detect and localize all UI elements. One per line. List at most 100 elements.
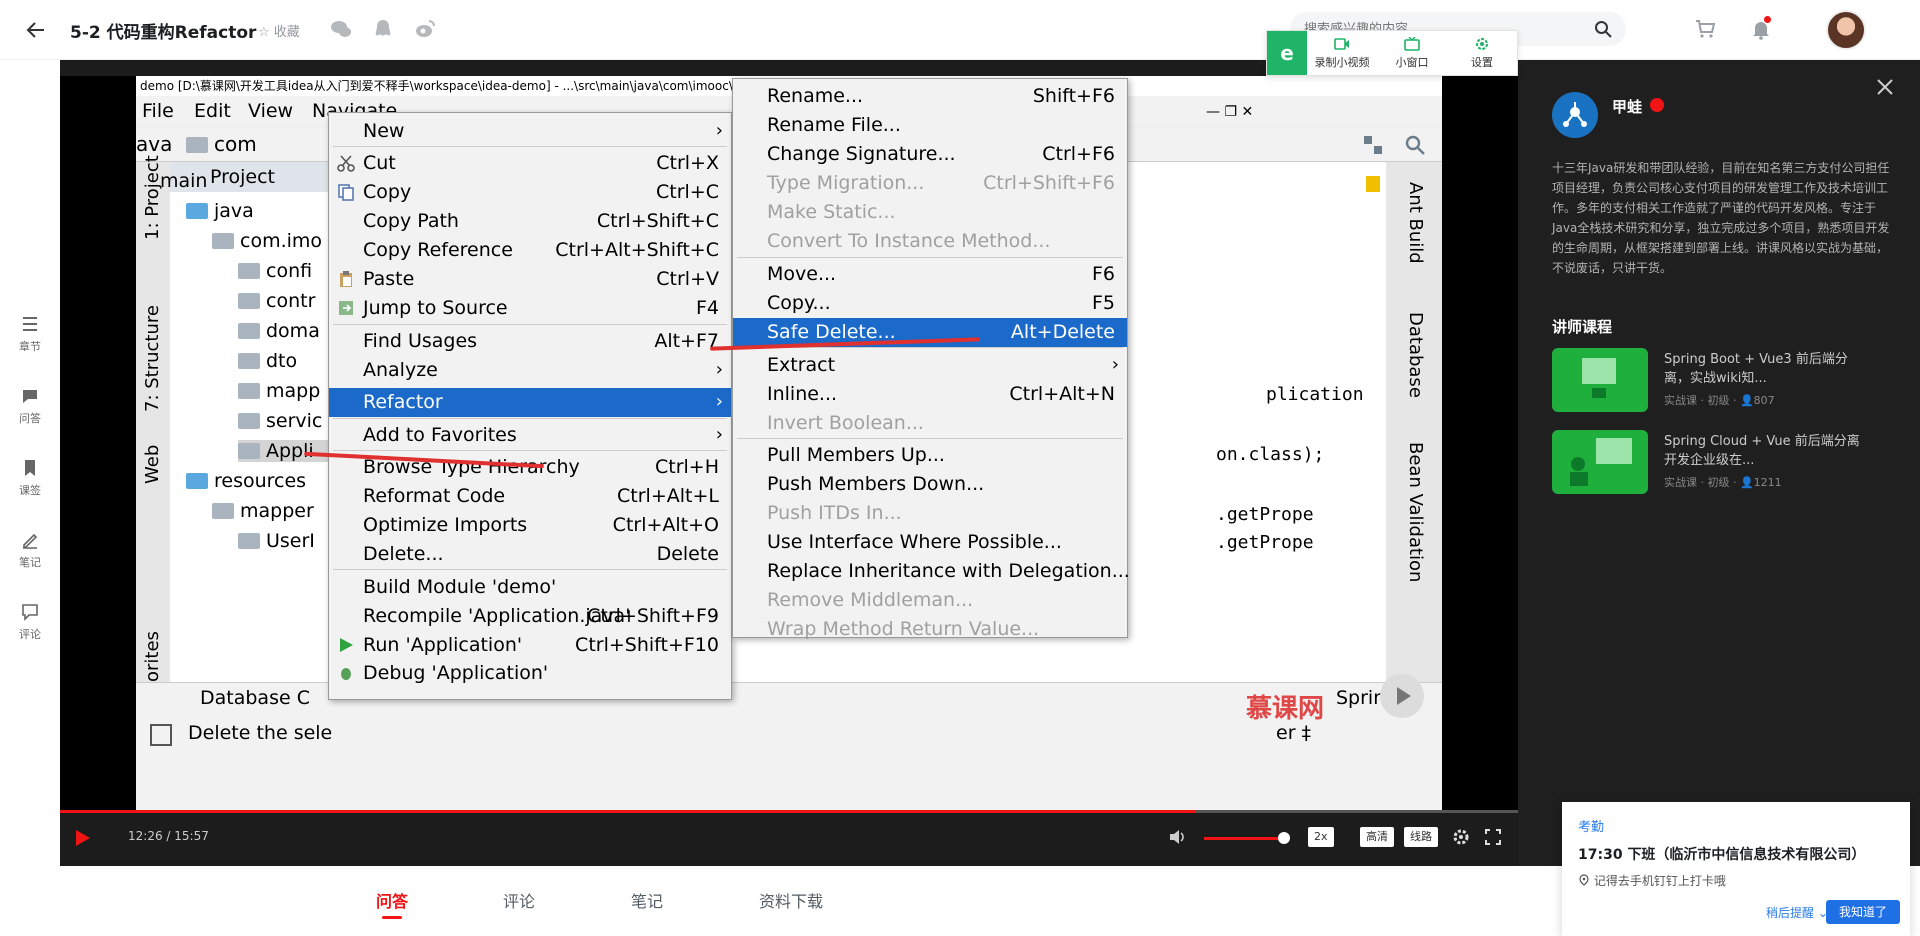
acknowledge-button[interactable]: 我知道了 [1826, 900, 1900, 924]
menu-item[interactable]: Pull Members Up... [733, 441, 1127, 470]
menu-item[interactable]: Change Signature... Ctrl+F6 [733, 140, 1127, 169]
tab-qa[interactable]: 问答 [376, 888, 408, 919]
menu-item[interactable]: Debug 'Application' [329, 659, 731, 688]
menu-item[interactable]: Run 'Application' Ctrl+Shift+F10 [329, 631, 731, 660]
top-bar: 5-2 代码重构Refactor ☆ 收藏 [0, 0, 1920, 60]
context-menu: New › Cut Ctrl+X Copy Ctrl+C Copy Path Ctrl+Shi… [328, 112, 732, 700]
favorite-button[interactable]: ☆ 收藏 [258, 21, 300, 40]
menu-item[interactable]: Inline... Ctrl+Alt+N [733, 380, 1127, 409]
qq-icon[interactable] [372, 18, 394, 40]
menu-item[interactable]: Refactor › [329, 388, 731, 417]
menu-item[interactable]: Add to Favorites › [329, 421, 731, 450]
left-nav: 章节 问答 课签 笔记 评论 [0, 298, 60, 658]
tab-downloads[interactable]: 资料下载 [759, 888, 823, 912]
menu-item[interactable]: Copy Path Ctrl+Shift+C [329, 207, 731, 236]
tree-item[interactable]: mapper [212, 500, 314, 522]
menu-item[interactable]: Use Interface Where Possible... [733, 528, 1127, 557]
chevron-right-icon: › [715, 424, 723, 445]
menu-item[interactable]: Paste Ctrl+V [329, 265, 731, 294]
menu-item[interactable]: Cut Ctrl+X [329, 149, 731, 178]
nav-comments[interactable]: 评论 [0, 586, 60, 658]
menu-item[interactable]: Optimize Imports Ctrl+Alt+O [329, 511, 731, 540]
folder-icon [238, 323, 260, 339]
menu-item[interactable]: Replace Inheritance with Delegation... [733, 557, 1130, 586]
tree-item[interactable]: doma [238, 320, 320, 342]
search-icon[interactable] [1594, 20, 1612, 38]
volume-knob[interactable] [1278, 832, 1290, 844]
play-icon[interactable] [74, 828, 92, 848]
menu-item[interactable]: Move... F6 [733, 260, 1127, 289]
tree-item[interactable]: confi [238, 260, 312, 282]
folder-icon [238, 293, 260, 309]
tree-item[interactable]: contr [238, 290, 315, 312]
tree-item[interactable]: resources [186, 470, 306, 492]
menu-item[interactable]: Extract › [733, 351, 1127, 380]
tree-item[interactable]: mapp [238, 380, 320, 402]
course-thumbnail [1552, 348, 1648, 412]
menu-item[interactable]: Build Module 'demo' [329, 573, 731, 602]
teacher-avatar[interactable] [1552, 92, 1598, 138]
teacher-panel: 甲蛙 十三年Java研发和带团队经验，目前在知名第三方支付公司担任项目经理，负责… [1518, 60, 1920, 866]
chevron-right-icon: › [715, 359, 723, 380]
folder-icon [238, 413, 260, 429]
tree-item[interactable]: servic [238, 410, 322, 432]
video-player[interactable]: demo [D:\慕课网\开发工具idea从入门到爱不释手\workspace\… [60, 60, 1518, 866]
record-video-button[interactable]: 录制小视频 [1307, 31, 1377, 75]
run-icon [340, 638, 353, 652]
copy-icon [338, 184, 354, 201]
weibo-icon[interactable] [414, 18, 436, 40]
quality-button[interactable]: 高清 [1360, 827, 1394, 847]
tree-item[interactable]: java [186, 200, 254, 222]
tree-item[interactable]: main [160, 170, 207, 192]
video-frame[interactable]: demo [D:\慕课网\开发工具idea从入门到爱不释手\workspace\… [60, 76, 1518, 810]
nav-qa[interactable]: 问答 [0, 370, 60, 442]
menu-item[interactable]: Jump to Source F4 [329, 294, 731, 323]
gear-icon[interactable] [1452, 828, 1470, 846]
menu-item[interactable]: Rename... Shift+F6 [733, 82, 1127, 111]
menu-item[interactable]: Reformat Code Ctrl+Alt+L [329, 482, 731, 511]
fullscreen-icon[interactable] [1484, 828, 1502, 846]
menu-item[interactable]: Analyze › [329, 356, 731, 385]
course-card[interactable]: Spring Cloud + Vue 前后端分离 开发企业级在... 实战课 ·… [1552, 430, 1892, 494]
volume-slider[interactable] [1204, 837, 1284, 840]
menu-item[interactable]: Rename File... [733, 111, 1127, 140]
cart-icon[interactable] [1694, 18, 1716, 40]
menu-item[interactable]: New › [329, 117, 731, 146]
comment-icon [22, 604, 38, 621]
menu-item[interactable]: Copy Reference Ctrl+Alt+Shift+C [329, 236, 731, 265]
remind-later-button[interactable]: 稍后提醒 ⌄ [1766, 904, 1828, 921]
video-play-overlay[interactable] [1380, 674, 1424, 718]
menu-item[interactable]: Find Usages Alt+F7 [329, 327, 731, 356]
menu-item: Convert To Instance Method... [767, 230, 1051, 252]
notification-type: 考勤 [1578, 820, 1605, 835]
mini-window-button[interactable]: 小窗口 [1377, 31, 1447, 75]
folder-icon [186, 203, 208, 219]
progress-bar[interactable] [60, 810, 1518, 813]
teacher-bio: 十三年Java研发和带团队经验，目前在知名第三方支付公司担任项目经理，负责公司核… [1552, 161, 1890, 275]
settings-button[interactable]: 设置 [1447, 31, 1517, 75]
back-arrow-icon[interactable] [24, 18, 48, 42]
wechat-icon[interactable] [330, 18, 352, 40]
course-card[interactable]: Spring Boot + Vue3 前后端分离，实战wiki知... 实战课 … [1552, 348, 1892, 412]
menu-item[interactable]: Copy Ctrl+C [329, 178, 731, 207]
tree-item[interactable]: com.imo [212, 230, 322, 252]
user-avatar[interactable] [1826, 10, 1866, 50]
nav-chapters[interactable]: 章节 [0, 298, 60, 370]
menu-item[interactable]: Push Members Down... [733, 470, 1127, 499]
teacher-name: 甲蛙 [1612, 98, 1643, 116]
route-button[interactable]: 线路 [1404, 827, 1438, 847]
tree-item[interactable]: UserI [238, 530, 315, 552]
speed-button[interactable]: 2x [1308, 827, 1334, 847]
verified-badge-icon [1650, 98, 1664, 112]
close-icon[interactable] [1876, 78, 1894, 96]
menu-item[interactable]: Recompile 'Application.java' Ctrl+Shift+F… [329, 602, 731, 631]
nav-bookmarks[interactable]: 课签 [0, 442, 60, 514]
tree-item[interactable]: dto [238, 350, 297, 372]
menu-item[interactable]: Delete... Delete [329, 540, 731, 569]
chevron-right-icon: › [715, 391, 723, 412]
nav-notes[interactable]: 笔记 [0, 514, 60, 586]
tab-comments[interactable]: 评论 [503, 888, 535, 912]
menu-item[interactable]: Copy... F5 [733, 289, 1127, 318]
volume-icon[interactable] [1168, 828, 1186, 846]
tab-notes[interactable]: 笔记 [631, 888, 663, 912]
